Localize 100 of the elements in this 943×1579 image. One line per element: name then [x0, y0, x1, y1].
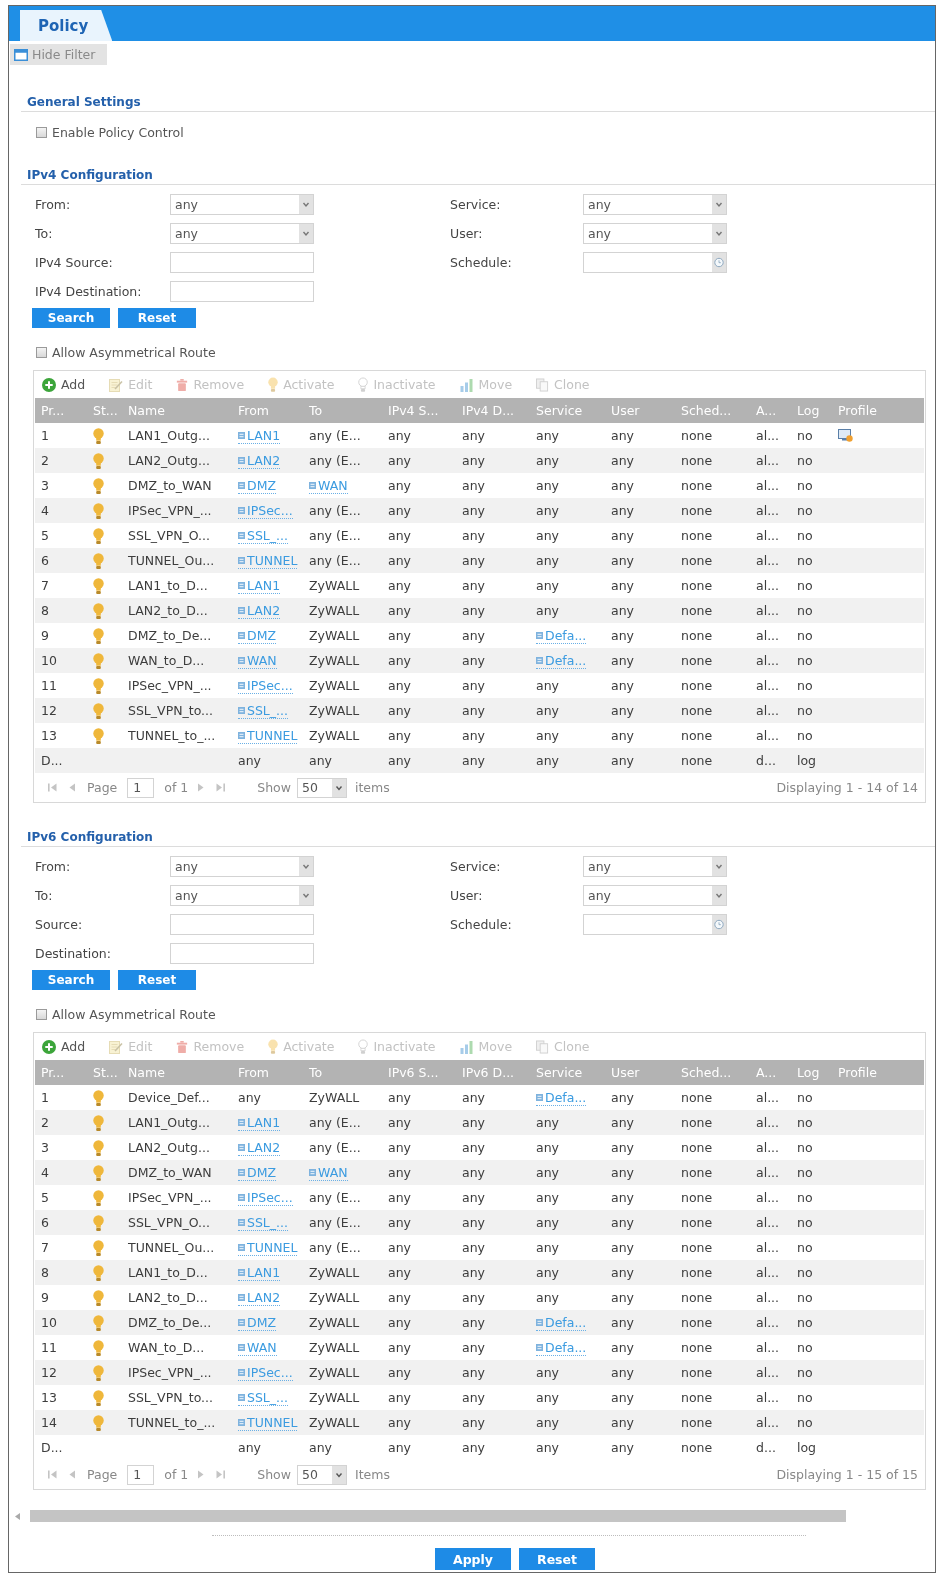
object-link[interactable]: Defa... — [536, 627, 587, 644]
input-field[interactable] — [170, 252, 314, 273]
object-link[interactable]: Defa... — [536, 1314, 587, 1331]
filter-dropdown[interactable]: any — [583, 885, 727, 906]
object-link[interactable]: LAN2 — [238, 452, 281, 469]
column-header[interactable]: Service — [530, 398, 605, 423]
object-link[interactable]: LAN1 — [238, 1114, 281, 1131]
object-link[interactable]: LAN2 — [238, 1289, 281, 1306]
object-link[interactable]: WAN — [238, 652, 277, 669]
skip-right-icon[interactable] — [216, 783, 226, 792]
column-header[interactable]: User — [605, 398, 675, 423]
column-header[interactable]: User — [605, 1060, 675, 1085]
triangle-left-icon[interactable] — [69, 1470, 75, 1479]
object-link[interactable]: SSL_... — [238, 1214, 288, 1231]
column-header[interactable]: Service — [530, 1060, 605, 1085]
column-header[interactable]: St... — [87, 1060, 122, 1085]
checkbox[interactable] — [36, 126, 47, 138]
toolbar-button[interactable]: Add — [42, 377, 86, 392]
column-header[interactable]: From — [232, 1060, 303, 1085]
object-link[interactable]: DMZ — [238, 1164, 276, 1181]
tab[interactable]: Policy — [20, 10, 113, 41]
object-link[interactable]: IPSec... — [238, 677, 293, 694]
schedule-field[interactable] — [583, 252, 727, 273]
object-link[interactable]: SSL_... — [238, 1389, 288, 1406]
skip-right-icon[interactable] — [216, 1470, 226, 1479]
object-link[interactable]: IPSec... — [238, 1189, 293, 1206]
table-row[interactable]: 2 LAN1_Outg... LAN1 any (E... any any any any none al... no — [35, 1110, 924, 1135]
hide-filter-button[interactable]: Hide Filter — [10, 44, 107, 65]
table-row[interactable]: 6 SSL_VPN_O... SSL_... any (E... any any any any none al... no — [35, 1210, 924, 1235]
page-field[interactable]: 1 — [127, 777, 155, 798]
table-row[interactable]: 12 SSL_VPN_to... SSL_... ZyWALL any any any any none al... no — [35, 698, 924, 723]
search-button[interactable]: Search — [32, 308, 110, 328]
table-row[interactable]: 4 IPSec_VPN_... IPSec... any (E... any any any any none al... no — [35, 498, 924, 523]
filter-dropdown[interactable]: any — [583, 856, 727, 877]
schedule-field[interactable] — [583, 914, 727, 935]
object-link[interactable]: SSL_... — [238, 702, 288, 719]
object-link[interactable]: TUNNEL — [238, 1414, 298, 1431]
input-field[interactable] — [170, 943, 314, 964]
column-header[interactable]: IPv6 S... — [382, 1060, 456, 1085]
column-header[interactable]: Pr... — [35, 398, 87, 423]
triangle-right-icon[interactable] — [198, 783, 205, 792]
column-header[interactable]: IPv4 D... — [456, 398, 530, 423]
column-header[interactable]: Profile — [832, 398, 924, 423]
object-link[interactable]: IPSec... — [238, 1364, 293, 1381]
input-field[interactable] — [170, 914, 314, 935]
toolbar-button[interactable]: Add — [42, 1039, 86, 1054]
table-row[interactable]: 2 LAN2_Outg... LAN2 any (E... any any any any none al... no — [35, 448, 924, 473]
page-size-dropdown[interactable]: 50 — [297, 777, 347, 798]
object-link[interactable]: TUNNEL — [238, 552, 298, 569]
checkbox[interactable] — [36, 346, 47, 358]
object-link[interactable]: WAN — [309, 477, 348, 494]
object-link[interactable]: Defa... — [536, 1339, 587, 1356]
column-header[interactable]: A... — [750, 398, 791, 423]
column-header[interactable]: Name — [122, 1060, 232, 1085]
triangle-right-icon[interactable] — [198, 1470, 205, 1479]
column-header[interactable]: To — [303, 398, 382, 423]
object-link[interactable]: LAN2 — [238, 602, 281, 619]
column-header[interactable]: IPv6 D... — [456, 1060, 530, 1085]
caret-left-icon[interactable] — [15, 1512, 20, 1520]
object-link[interactable]: TUNNEL — [238, 727, 298, 744]
table-row[interactable]: 10 DMZ_to_De... DMZ ZyWALL any any Defa... any none al... no — [35, 1310, 924, 1335]
column-header[interactable]: Sched... — [675, 398, 750, 423]
object-link[interactable]: IPSec... — [238, 502, 293, 519]
object-link[interactable]: LAN1 — [238, 1264, 281, 1281]
column-header[interactable]: Profile — [832, 1060, 924, 1085]
filter-dropdown[interactable]: any — [170, 223, 314, 244]
object-link[interactable]: Defa... — [536, 652, 587, 669]
table-row[interactable]: 6 TUNNEL_Ou... TUNNEL any (E... any any any any none al... no — [35, 548, 924, 573]
object-link[interactable]: DMZ — [238, 477, 276, 494]
page-size-dropdown[interactable]: 50 — [297, 1464, 347, 1485]
filter-dropdown[interactable]: any — [583, 223, 727, 244]
search-button[interactable]: Search — [32, 970, 110, 990]
checkbox[interactable] — [36, 1008, 47, 1020]
monitor-icon[interactable] — [838, 429, 853, 442]
reset-button[interactable]: Reset — [519, 1548, 595, 1570]
filter-dropdown[interactable]: any — [170, 856, 314, 877]
object-link[interactable]: WAN — [309, 1164, 348, 1181]
skip-left-icon[interactable] — [48, 1470, 57, 1479]
filter-dropdown[interactable]: any — [170, 885, 314, 906]
reset-button[interactable]: Reset — [118, 970, 196, 990]
table-row[interactable]: 12 IPSec_VPN_... IPSec... ZyWALL any any any any none al... no — [35, 1360, 924, 1385]
object-link[interactable]: LAN1 — [238, 577, 281, 594]
filter-dropdown[interactable]: any — [170, 194, 314, 215]
object-link[interactable]: LAN1 — [238, 427, 281, 444]
object-link[interactable]: WAN — [238, 1339, 277, 1356]
column-header[interactable]: From — [232, 398, 303, 423]
table-row[interactable]: 10 WAN_to_D... WAN ZyWALL any any Defa... any none al... no — [35, 648, 924, 673]
triangle-left-icon[interactable] — [69, 783, 75, 792]
column-header[interactable]: A... — [750, 1060, 791, 1085]
filter-dropdown[interactable]: any — [583, 194, 727, 215]
column-header[interactable]: Log — [791, 398, 832, 423]
object-link[interactable]: DMZ — [238, 1314, 276, 1331]
page-field[interactable]: 1 — [127, 1464, 155, 1485]
table-row[interactable]: 4 DMZ_to_WAN DMZ WAN any any any any none al... no — [35, 1160, 924, 1185]
input-field[interactable] — [170, 281, 314, 302]
column-header[interactable]: Log — [791, 1060, 832, 1085]
column-header[interactable]: IPv4 S... — [382, 398, 456, 423]
column-header[interactable]: Sched... — [675, 1060, 750, 1085]
table-row[interactable]: 14 TUNNEL_to_... TUNNEL ZyWALL any any any any none al... no — [35, 1410, 924, 1435]
column-header[interactable]: Name — [122, 398, 232, 423]
